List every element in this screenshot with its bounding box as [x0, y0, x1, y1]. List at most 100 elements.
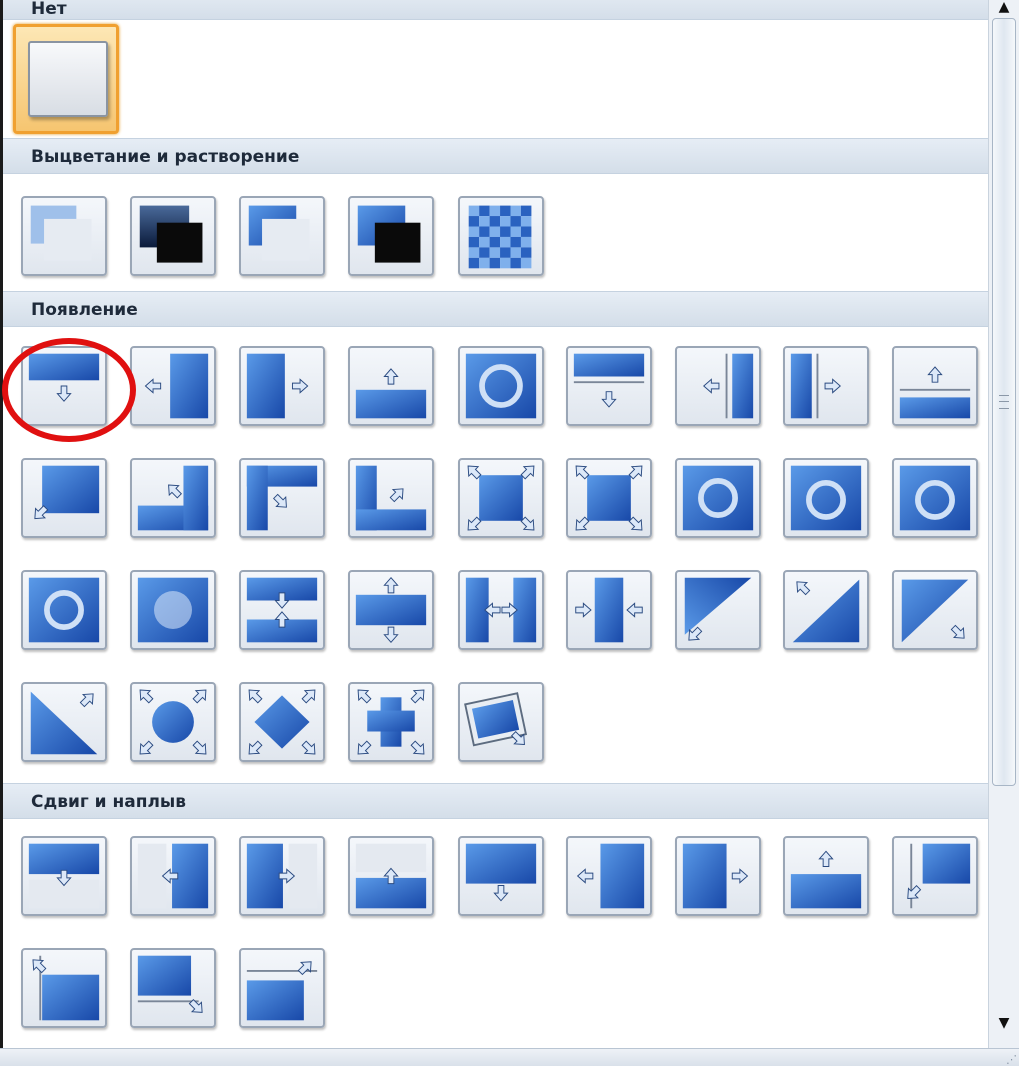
transition-clock-3-item[interactable] [892, 458, 978, 538]
transition-appear-right-item[interactable] [239, 346, 325, 426]
appear-right-up-icon [355, 465, 427, 531]
cover-up-icon [790, 850, 862, 909]
appear-left-icon [144, 353, 209, 419]
push-right-icon [246, 843, 318, 909]
section-title: Появление [31, 300, 138, 320]
appear-right-icon [246, 353, 309, 419]
strips-left-up-icon [792, 579, 860, 643]
vertical-scrollbar[interactable]: ▲ ▼ [988, 0, 1019, 1048]
transition-wheel-1-item[interactable] [21, 570, 107, 650]
zoom-diamond-icon [248, 689, 316, 755]
zoom-plus-icon [357, 689, 425, 755]
transition-box-out-item[interactable] [566, 458, 652, 538]
newsflash-icon [464, 692, 528, 747]
cover-left-icon [576, 843, 645, 909]
appear-left-down-icon [34, 465, 100, 520]
uncover-up-icon [899, 366, 971, 419]
transition-uncover-up-item[interactable] [892, 346, 978, 426]
transition-cover-right-up-item[interactable] [239, 948, 325, 1028]
transition-dissolve-item[interactable] [458, 196, 544, 276]
transition-appear-left-item[interactable] [130, 346, 216, 426]
transition-split-horizontal-out-item[interactable] [348, 570, 434, 650]
transition-box-in-item[interactable] [458, 458, 544, 538]
transition-circle-item[interactable] [458, 346, 544, 426]
scroll-up-arrow-icon[interactable]: ▲ [993, 0, 1015, 14]
clock-1-icon [682, 465, 754, 531]
split-horizontal-out-icon [355, 576, 427, 644]
strips-right-down-icon [901, 579, 969, 643]
section-title: Нет [31, 0, 67, 19]
transition-strips-left-down-item[interactable] [675, 570, 761, 650]
uncover-left-icon [703, 353, 754, 419]
transition-cover-right-down-item[interactable] [130, 948, 216, 1028]
split-vertical-in-icon [465, 577, 537, 643]
transition-wheel-2-item[interactable] [130, 570, 216, 650]
transition-push-left-item[interactable] [130, 836, 216, 916]
appear-up-icon [355, 368, 427, 419]
transition-appear-left-down-item[interactable] [21, 458, 107, 538]
transition-split-vertical-in-item[interactable] [458, 570, 544, 650]
transition-appear-right-down-item[interactable] [239, 458, 325, 538]
transition-cover-down-item[interactable] [458, 836, 544, 916]
transition-uncover-left-item[interactable] [675, 346, 761, 426]
transition-cover-up-item[interactable] [783, 836, 869, 916]
appear-right-down-icon [246, 465, 318, 531]
uncover-down-icon [573, 353, 645, 408]
box-in-icon [467, 465, 535, 531]
cover-right-up-icon [246, 961, 318, 1021]
strips-left-down-icon [684, 577, 752, 641]
fade-through-white-icon [248, 205, 310, 261]
transition-uncover-down-item[interactable] [566, 346, 652, 426]
appear-left-up-icon [137, 465, 209, 531]
box-out-icon [575, 465, 643, 531]
section-header-appear: Появление [3, 291, 988, 327]
cover-left-down-icon [907, 843, 971, 909]
transition-strips-right-down-item[interactable] [892, 570, 978, 650]
transition-push-down-item[interactable] [21, 836, 107, 916]
transition-appear-down-item[interactable] [21, 346, 107, 426]
transition-push-right-item[interactable] [239, 836, 325, 916]
scroll-down-arrow-icon[interactable]: ▼ [993, 1016, 1015, 1030]
gallery-footer: ⋰ [0, 1048, 1019, 1066]
transition-newsflash-item[interactable] [458, 682, 544, 762]
transition-appear-up-item[interactable] [348, 346, 434, 426]
cover-right-down-icon [137, 955, 203, 1013]
transition-cover-left-up-item[interactable] [21, 948, 107, 1028]
wheel-2-icon [137, 577, 209, 643]
fade-smoothly-icon [30, 205, 92, 261]
dissolve-icon [468, 205, 532, 269]
transition-fade-through-black-2-item[interactable] [348, 196, 434, 276]
transition-fade-smoothly-item[interactable] [21, 196, 107, 276]
clock-3-icon [899, 465, 971, 531]
transition-clock-1-item[interactable] [675, 458, 761, 538]
uncover-right-icon [790, 353, 841, 419]
transition-split-vertical-out-item[interactable] [566, 570, 652, 650]
fade-through-black-2-icon [357, 205, 421, 263]
zoom-circle-icon [139, 689, 207, 755]
transition-cover-left-down-item[interactable] [892, 836, 978, 916]
transition-split-horizontal-in-item[interactable] [239, 570, 325, 650]
resize-grip-icon[interactable]: ⋰ [1006, 1054, 1017, 1065]
transition-zoom-circle-item[interactable] [130, 682, 216, 762]
section-header-none: Нет [3, 0, 988, 20]
cover-right-icon [682, 843, 749, 909]
push-down-icon [28, 843, 100, 909]
scrollbar-thumb[interactable] [992, 18, 1016, 786]
split-vertical-out-icon [575, 577, 643, 643]
transition-fade-through-black-item[interactable] [130, 196, 216, 276]
transition-fade-through-white-item[interactable] [239, 196, 325, 276]
transition-strips-left-up-item[interactable] [783, 570, 869, 650]
transition-appear-left-up-item[interactable] [130, 458, 216, 538]
transition-clock-2-item[interactable] [783, 458, 869, 538]
transition-zoom-plus-item[interactable] [348, 682, 434, 762]
transition-zoom-diamond-item[interactable] [239, 682, 325, 762]
transition-uncover-right-item[interactable] [783, 346, 869, 426]
transition-appear-right-up-item[interactable] [348, 458, 434, 538]
transition-gallery: Нет Выцветание и растворение Появление С… [0, 0, 988, 1048]
split-horizontal-in-icon [246, 577, 318, 643]
transition-push-up-item[interactable] [348, 836, 434, 916]
transition-strips-right-up-item[interactable] [21, 682, 107, 762]
transition-cover-left-item[interactable] [566, 836, 652, 916]
transition-none-item[interactable] [13, 24, 119, 134]
transition-cover-right-item[interactable] [675, 836, 761, 916]
